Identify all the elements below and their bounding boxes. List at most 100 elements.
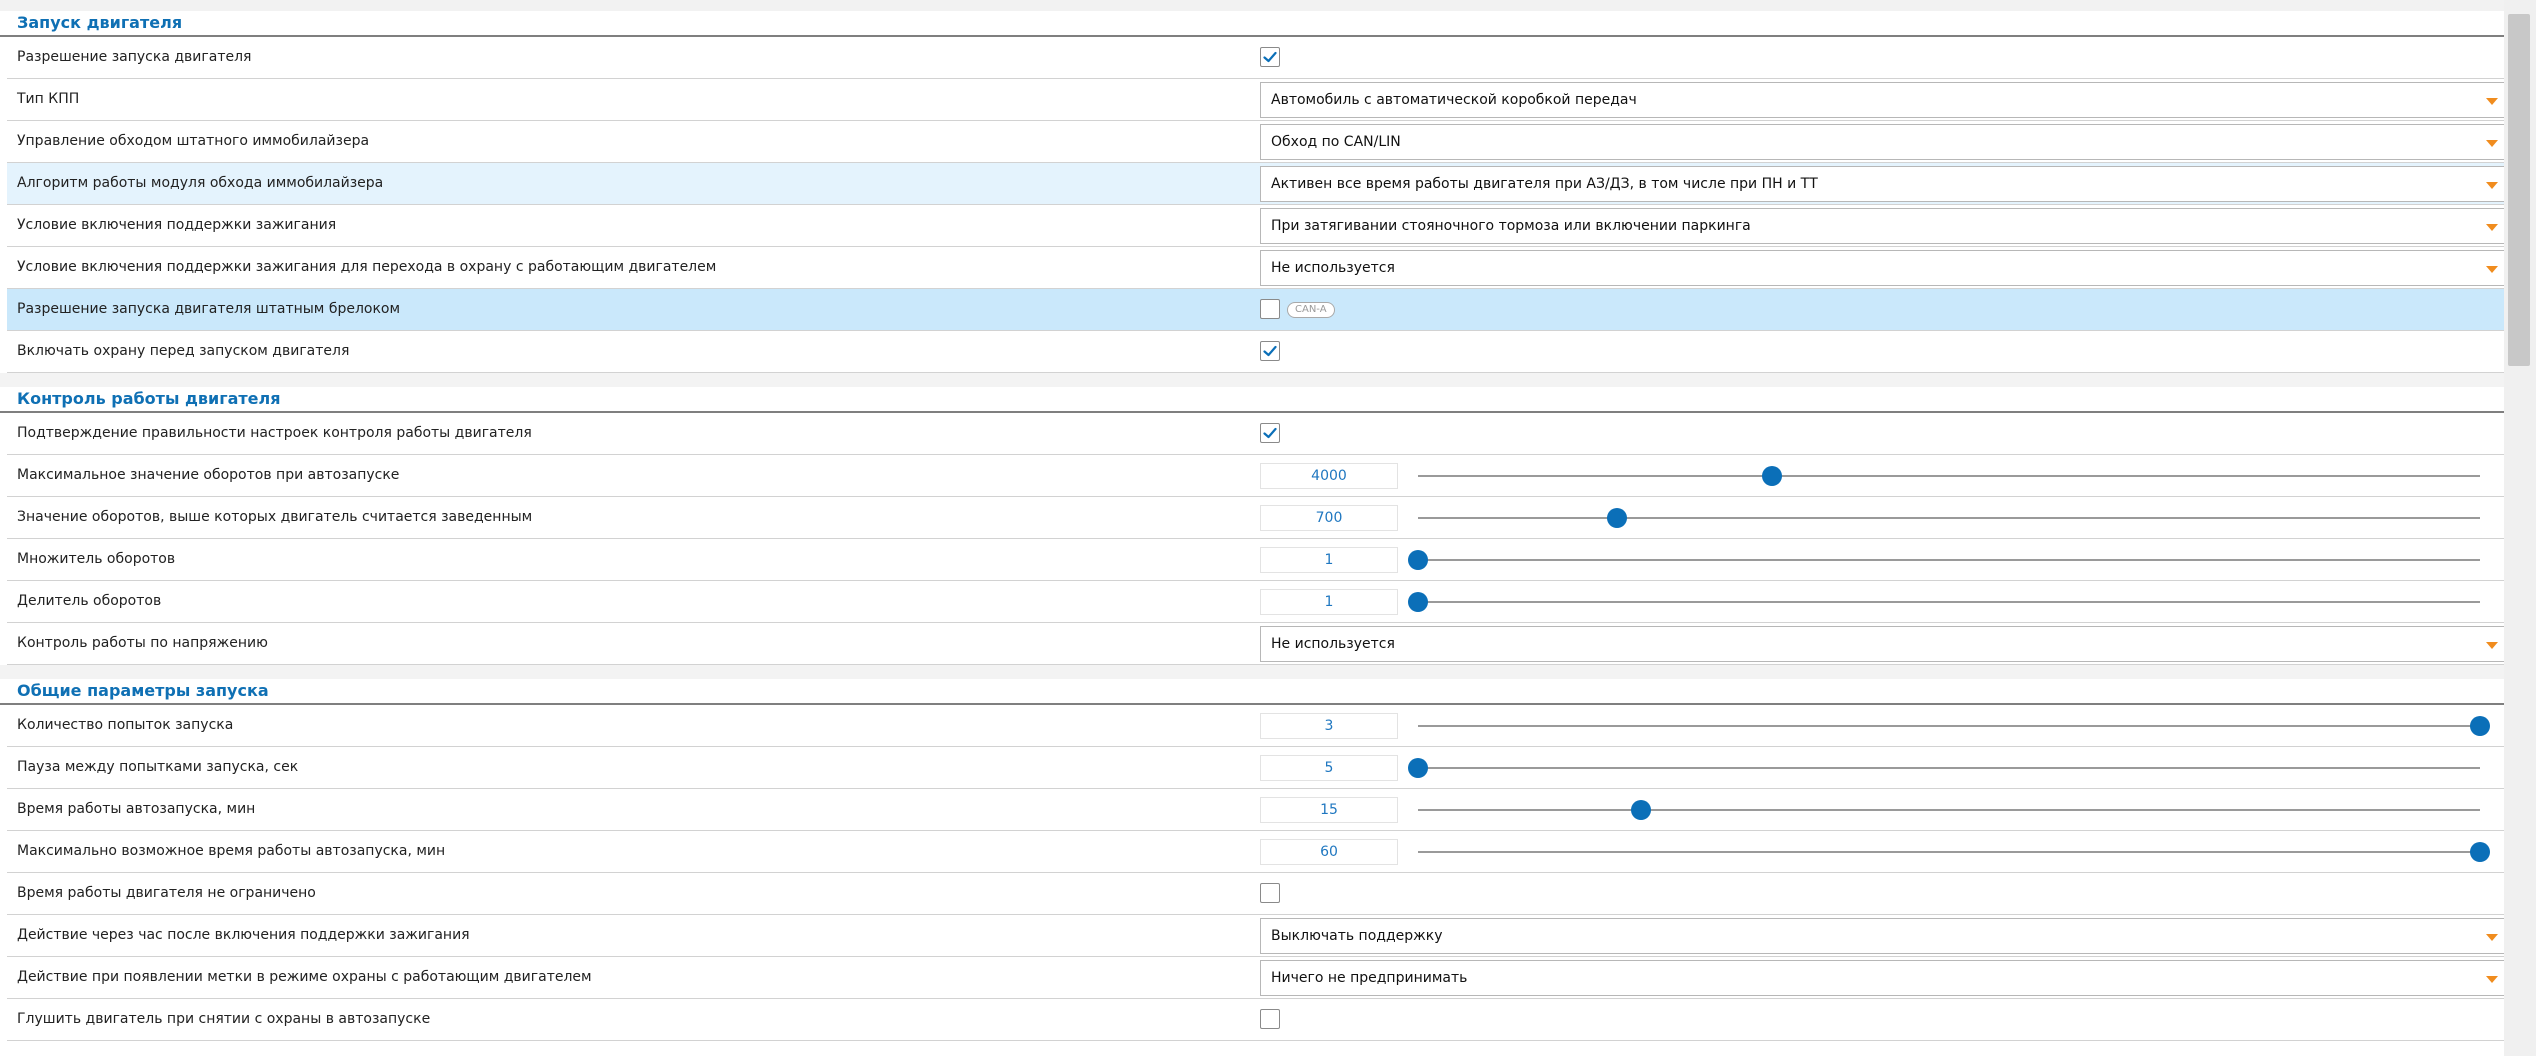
slider-track[interactable] bbox=[1418, 601, 2480, 603]
setting-checkbox[interactable] bbox=[1260, 883, 1280, 903]
slider-value-input[interactable]: 3 bbox=[1260, 713, 1398, 739]
slider-thumb[interactable] bbox=[2470, 842, 2490, 862]
setting-row: Делитель оборотов 1 bbox=[7, 581, 2504, 623]
setting-label: Алгоритм работы модуля обхода иммобилайз… bbox=[17, 175, 384, 191]
slider-thumb[interactable] bbox=[2470, 716, 2490, 736]
setting-row: Пауза между попытками запуска, сек 5 bbox=[7, 747, 2504, 789]
dropdown-arrow-icon[interactable] bbox=[2486, 224, 2498, 231]
setting-dropdown[interactable]: Ничего не предпринимать bbox=[1260, 960, 2506, 996]
slider-track[interactable] bbox=[1418, 475, 2480, 477]
slider-value-input[interactable]: 1 bbox=[1260, 547, 1398, 573]
setting-label: Время работы двигателя не ограничено bbox=[17, 885, 316, 901]
section-header: Контроль работы двигателя bbox=[0, 387, 2504, 413]
section-gap bbox=[0, 373, 2504, 387]
slider-thumb[interactable] bbox=[1408, 550, 1428, 570]
dropdown-value: Не используется bbox=[1271, 260, 1395, 276]
setting-label: Максимально возможное время работы автоз… bbox=[17, 843, 446, 859]
setting-dropdown[interactable]: Активен все время работы двигателя при А… bbox=[1260, 166, 2506, 202]
dropdown-value: Активен все время работы двигателя при А… bbox=[1271, 176, 1818, 192]
dropdown-arrow-icon[interactable] bbox=[2486, 182, 2498, 189]
slider-track[interactable] bbox=[1418, 767, 2480, 769]
checkmark-icon bbox=[1263, 427, 1277, 439]
setting-row: Количество попыток запуска 3 bbox=[7, 705, 2504, 747]
section-header: Общие параметры запуска bbox=[0, 679, 2504, 705]
setting-dropdown[interactable]: Автомобиль с автоматической коробкой пер… bbox=[1260, 82, 2506, 118]
setting-row: Управление обходом штатного иммобилайзер… bbox=[7, 121, 2506, 163]
setting-row: Максимально возможное время работы автоз… bbox=[7, 831, 2504, 873]
setting-dropdown[interactable]: Выключать поддержку bbox=[1260, 918, 2506, 954]
dropdown-value: При затягивании стояночного тормоза или … bbox=[1271, 218, 1751, 234]
setting-label: Включать охрану перед запуском двигателя bbox=[17, 343, 350, 359]
setting-checkbox[interactable] bbox=[1260, 1009, 1280, 1029]
settings-panel: Запуск двигателя Разрешение запуска двига… bbox=[0, 0, 2506, 1056]
setting-row: Максимальное значение оборотов при автоз… bbox=[7, 455, 2504, 497]
dropdown-arrow-icon[interactable] bbox=[2486, 976, 2498, 983]
checkmark-icon bbox=[1263, 51, 1277, 63]
dropdown-arrow-icon[interactable] bbox=[2486, 140, 2498, 147]
slider-value-input[interactable]: 15 bbox=[1260, 797, 1398, 823]
dropdown-arrow-icon[interactable] bbox=[2486, 266, 2498, 273]
setting-row: Включать охрану перед запуском двигателя bbox=[7, 331, 2504, 373]
setting-row: Подтверждение правильности настроек конт… bbox=[7, 413, 2504, 455]
dropdown-value: Ничего не предпринимать bbox=[1271, 970, 1468, 986]
slider-thumb[interactable] bbox=[1761, 466, 1782, 486]
setting-dropdown[interactable]: Обход по CAN/LIN bbox=[1260, 124, 2506, 160]
section-gap bbox=[0, 665, 2504, 679]
slider-value-input[interactable]: 5 bbox=[1260, 755, 1398, 781]
setting-row: Глушить двигатель при снятии с охраны в … bbox=[7, 999, 2504, 1041]
slider-value-input[interactable]: 1 bbox=[1260, 589, 1398, 615]
setting-row: Условие включения поддержки зажигания дл… bbox=[7, 247, 2506, 289]
setting-label: Разрешение запуска двигателя штатным бре… bbox=[17, 301, 401, 317]
section-header: Запуск двигателя bbox=[0, 11, 2504, 37]
dropdown-value: Выключать поддержку bbox=[1271, 928, 1443, 944]
setting-checkbox[interactable] bbox=[1260, 341, 1280, 361]
setting-row: Действие через час после включения подде… bbox=[7, 915, 2506, 957]
setting-checkbox[interactable] bbox=[1260, 299, 1280, 319]
setting-label: Условие включения поддержки зажигания дл… bbox=[17, 259, 717, 275]
setting-checkbox[interactable] bbox=[1260, 423, 1280, 443]
setting-row: Значение оборотов, выше которых двигател… bbox=[7, 497, 2504, 539]
setting-row: Время работы автозапуска, мин 15 bbox=[7, 789, 2504, 831]
slider-track[interactable] bbox=[1418, 851, 2480, 853]
setting-label: Действие через час после включения подде… bbox=[17, 927, 470, 943]
setting-label: Максимальное значение оборотов при автоз… bbox=[17, 467, 400, 483]
setting-label: Делитель оборотов bbox=[17, 593, 162, 609]
section-title: Запуск двигателя bbox=[17, 13, 183, 32]
setting-label: Значение оборотов, выше которых двигател… bbox=[17, 509, 533, 525]
slider-thumb[interactable] bbox=[1631, 800, 1652, 820]
setting-label: Подтверждение правильности настроек конт… bbox=[17, 425, 532, 441]
dropdown-arrow-icon[interactable] bbox=[2486, 934, 2498, 941]
checkmark-icon bbox=[1263, 345, 1277, 357]
slider-track[interactable] bbox=[1418, 559, 2480, 561]
scrollbar-thumb[interactable] bbox=[2508, 14, 2530, 366]
slider-thumb[interactable] bbox=[1606, 508, 1627, 528]
slider-value-input[interactable]: 60 bbox=[1260, 839, 1398, 865]
section-title: Общие параметры запуска bbox=[17, 681, 269, 700]
dropdown-arrow-icon[interactable] bbox=[2486, 642, 2498, 649]
slider-thumb[interactable] bbox=[1408, 592, 1428, 612]
setting-dropdown[interactable]: При затягивании стояночного тормоза или … bbox=[1260, 208, 2506, 244]
slider-thumb[interactable] bbox=[1408, 758, 1428, 778]
slider-track[interactable] bbox=[1418, 809, 2480, 811]
setting-label: Тип КПП bbox=[17, 91, 80, 107]
dropdown-value: Обход по CAN/LIN bbox=[1271, 134, 1401, 150]
dropdown-value: Автомобиль с автоматической коробкой пер… bbox=[1271, 92, 1637, 108]
setting-label: Разрешение запуска двигателя bbox=[17, 49, 252, 65]
slider-value-input[interactable]: 4000 bbox=[1260, 463, 1398, 489]
setting-checkbox[interactable] bbox=[1260, 47, 1280, 67]
setting-dropdown[interactable]: Не используется bbox=[1260, 250, 2506, 286]
slider-value-input[interactable]: 700 bbox=[1260, 505, 1398, 531]
setting-label: Количество попыток запуска bbox=[17, 717, 234, 733]
dropdown-value: Не используется bbox=[1271, 636, 1395, 652]
setting-row: Время работы двигателя не ограничено bbox=[7, 873, 2504, 915]
dropdown-arrow-icon[interactable] bbox=[2486, 98, 2498, 105]
setting-row: Действие при появлении метки в режиме ох… bbox=[7, 957, 2506, 999]
setting-label: Множитель оборотов bbox=[17, 551, 176, 567]
setting-row: Множитель оборотов 1 bbox=[7, 539, 2504, 581]
setting-row: Условие включения поддержки зажигания При… bbox=[7, 205, 2506, 247]
setting-row: Разрешение запуска двигателя штатным бре… bbox=[7, 289, 2504, 331]
can-badge: CAN-A bbox=[1287, 302, 1335, 318]
slider-track[interactable] bbox=[1418, 517, 2480, 519]
slider-track[interactable] bbox=[1418, 725, 2480, 727]
setting-dropdown[interactable]: Не используется bbox=[1260, 626, 2506, 662]
